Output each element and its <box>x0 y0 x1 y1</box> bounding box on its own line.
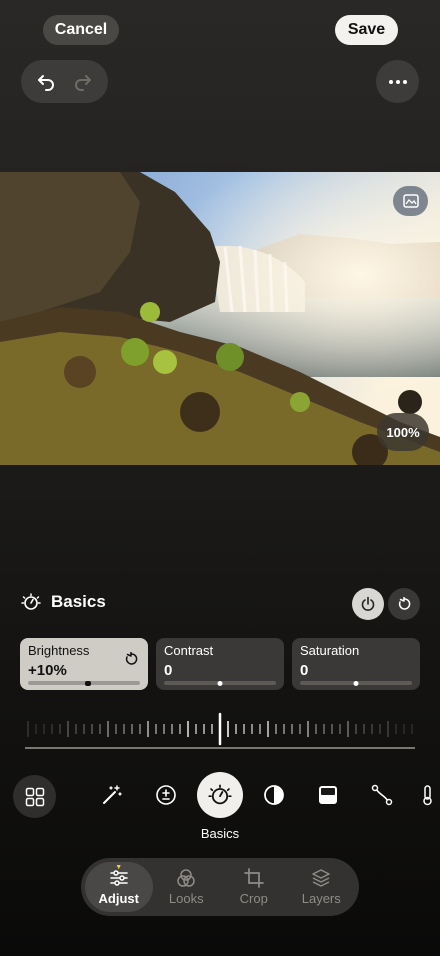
brightness-track[interactable] <box>28 680 140 686</box>
saturation-knob[interactable] <box>353 680 359 686</box>
layers-icon <box>312 869 330 887</box>
redo-icon[interactable] <box>65 64 101 100</box>
active-indicator-icon: ▼ <box>115 864 123 871</box>
basics-dial-icon <box>208 784 232 805</box>
more-button[interactable] <box>376 60 419 103</box>
zoom-level-button[interactable]: 100% <box>377 413 429 451</box>
crop-icon <box>243 868 264 888</box>
contrast-value: 0 <box>164 662 173 679</box>
bottom-tab-bar: ▼ Adjust Looks Crop Layers <box>81 858 359 916</box>
tab-label: Crop <box>239 891 268 906</box>
contrast-track[interactable] <box>164 680 276 686</box>
selected-tool-label: Basics <box>200 826 240 841</box>
reset-all-button[interactable] <box>388 588 420 620</box>
toggle-adjustments-button[interactable] <box>352 588 384 620</box>
exposure-icon[interactable] <box>148 777 184 813</box>
more-icon <box>388 79 407 84</box>
reset-icon <box>398 597 411 610</box>
looks-icon <box>177 869 195 887</box>
split-tone-icon[interactable] <box>310 777 346 813</box>
tab-label: Looks <box>168 891 204 906</box>
save-button[interactable]: Save <box>335 15 398 45</box>
compare-button[interactable] <box>393 186 428 216</box>
sliders-icon <box>109 870 128 886</box>
basics-tool-button[interactable] <box>197 772 243 818</box>
saturation-track[interactable] <box>300 680 412 686</box>
tab-label: Adjust <box>98 891 139 906</box>
curves-icon[interactable] <box>364 777 400 813</box>
contrast-label: Contrast <box>164 643 214 658</box>
brightness-knob[interactable] <box>85 680 92 686</box>
photo-canvas[interactable] <box>0 172 440 465</box>
saturation-value: 0 <box>300 662 309 679</box>
compare-icon <box>402 194 419 208</box>
tab-looks[interactable]: Looks <box>153 862 221 912</box>
tab-layers[interactable]: Layers <box>288 862 356 912</box>
undo-redo-group <box>21 60 108 103</box>
value-ruler-slider[interactable] <box>25 710 415 752</box>
tab-crop[interactable]: Crop <box>220 862 288 912</box>
basics-header: Basics <box>21 592 106 612</box>
auto-enhance-icon[interactable] <box>94 777 130 813</box>
brightness-card[interactable]: Brightness +10% <box>20 638 148 690</box>
dial-icon <box>21 593 41 610</box>
tab-adjust[interactable]: ▼ Adjust <box>85 862 153 912</box>
saturation-card[interactable]: Saturation 0 <box>292 638 420 690</box>
power-icon <box>361 596 375 611</box>
contrast-card[interactable]: Contrast 0 <box>156 638 284 690</box>
tab-label: Layers <box>301 891 341 906</box>
cancel-button[interactable]: Cancel <box>43 15 119 45</box>
saturation-label: Saturation <box>300 643 360 658</box>
contrast-icon[interactable] <box>256 777 292 813</box>
contrast-knob[interactable] <box>217 680 223 686</box>
temperature-icon[interactable] <box>414 777 440 813</box>
section-title: Basics <box>51 592 106 611</box>
reset-icon[interactable] <box>124 651 138 671</box>
undo-icon[interactable] <box>28 64 64 100</box>
